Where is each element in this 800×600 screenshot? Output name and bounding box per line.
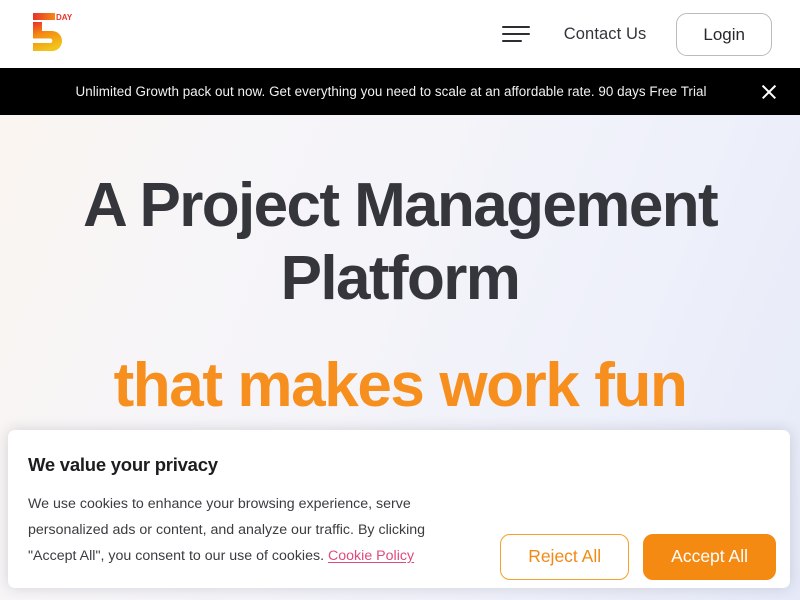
reject-all-button[interactable]: Reject All (500, 534, 630, 580)
site-header: DAY Contact Us Login (0, 0, 800, 68)
announcement-text: Unlimited Growth pack out now. Get every… (75, 84, 707, 99)
cookie-consent-dialog: We value your privacy We use cookies to … (8, 430, 790, 588)
hero-subtitle: that makes work fun (113, 351, 688, 421)
cookie-dialog-description: We use cookies to enhance your browsing … (28, 492, 456, 570)
login-button[interactable]: Login (676, 12, 772, 56)
cookie-dialog-actions: Reject All Accept All (500, 454, 790, 580)
5day-logo-icon: DAY (33, 13, 73, 51)
hamburger-line-2 (501, 33, 530, 35)
announcement-bar: Unlimited Growth pack out now. Get every… (0, 68, 800, 115)
accept-all-button[interactable]: Accept All (643, 534, 776, 580)
page-root: DAY Contact Us Login Unlimited Growth pa… (0, 0, 800, 600)
hamburger-line-1 (501, 26, 530, 28)
cookie-policy-link[interactable]: Cookie Policy (328, 548, 414, 564)
hamburger-menu-icon[interactable] (501, 23, 530, 45)
nav-contact-us[interactable]: Contact Us (564, 25, 647, 44)
cookie-text-column: We value your privacy We use cookies to … (8, 454, 460, 570)
cookie-dialog-title: We value your privacy (28, 454, 218, 475)
hamburger-line-3 (501, 40, 522, 42)
hero-content: A Project Management Platform that makes… (0, 115, 800, 422)
svg-text:DAY: DAY (56, 13, 73, 22)
hero-title: A Project Management Platform (82, 171, 719, 314)
header-actions: Contact Us Login (501, 12, 772, 56)
site-logo[interactable]: DAY (30, 11, 74, 57)
close-x-icon[interactable] (756, 79, 782, 105)
